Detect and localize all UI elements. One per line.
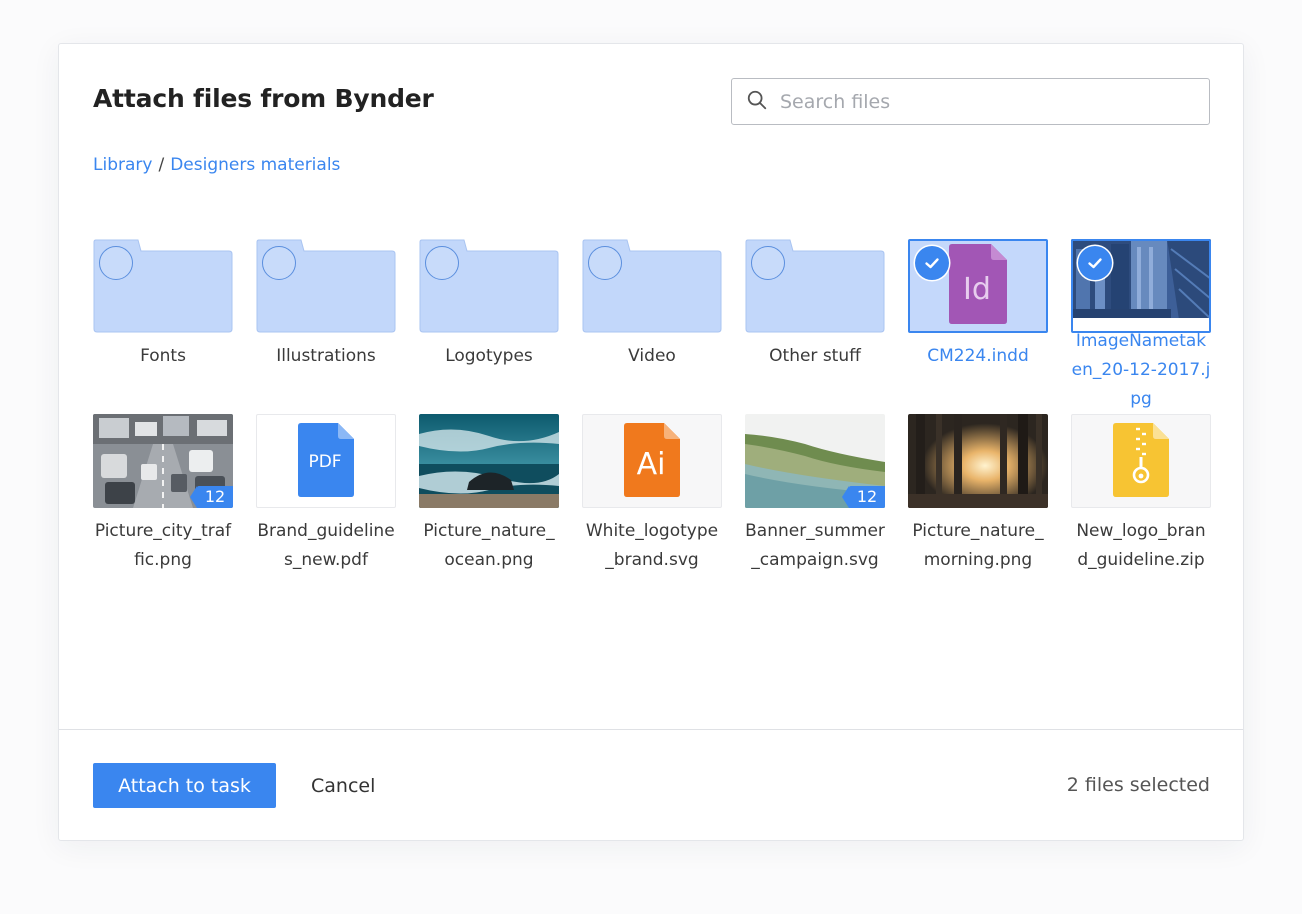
item-label: Banner_summer_campaign.svg bbox=[745, 521, 885, 570]
attach-to-task-button[interactable]: Attach to task bbox=[93, 763, 276, 808]
select-checkbox[interactable] bbox=[588, 246, 622, 280]
file-item[interactable]: New_logo_brand_guideline.zip bbox=[1071, 414, 1211, 584]
svg-text:Ai: Ai bbox=[637, 447, 666, 482]
search-box[interactable] bbox=[731, 78, 1210, 125]
dialog-footer: Attach to task Cancel 2 files selected bbox=[59, 729, 1243, 841]
file-item-selected[interactable]: ImageNametaken_20-12-2017.jpg bbox=[1071, 239, 1211, 414]
pdf-file-icon: PDF bbox=[298, 423, 354, 497]
checkmark-icon[interactable] bbox=[1078, 246, 1112, 280]
select-checkbox[interactable] bbox=[425, 246, 459, 280]
item-label: Video bbox=[628, 346, 676, 366]
search-input[interactable] bbox=[780, 90, 1180, 113]
search-icon bbox=[746, 89, 768, 115]
breadcrumb-library-link[interactable]: Library bbox=[93, 155, 152, 175]
illustrator-file-icon: Ai bbox=[624, 423, 680, 497]
item-label: White_logotype_brand.svg bbox=[585, 521, 719, 570]
checkmark-icon[interactable] bbox=[915, 246, 949, 280]
item-label: Illustrations bbox=[276, 346, 376, 366]
breadcrumb-designers-materials-link[interactable]: Designers materials bbox=[170, 155, 340, 175]
item-label: Picture_nature_morning.png bbox=[912, 521, 1044, 570]
file-item[interactable]: Picture_nature_ocean.png bbox=[419, 414, 559, 584]
file-item[interactable]: 12 Picture_city_traffic.png bbox=[93, 414, 233, 584]
dialog-title: Attach files from Bynder bbox=[93, 84, 434, 113]
file-grid: Fonts Illustrations Logotypes Video Othe… bbox=[93, 239, 1211, 584]
folder-item[interactable]: Video bbox=[582, 239, 722, 414]
indesign-icon-text: Id bbox=[963, 272, 991, 307]
svg-text:PDF: PDF bbox=[308, 452, 341, 472]
item-label: Brand_guidelines_new.pdf bbox=[257, 521, 395, 570]
photo-thumbnail bbox=[908, 414, 1048, 508]
attach-files-dialog: Attach files from Bynder Library / Desig… bbox=[58, 43, 1244, 841]
folder-item[interactable]: Illustrations bbox=[256, 239, 396, 414]
folder-item[interactable]: Fonts bbox=[93, 239, 233, 414]
item-label: Fonts bbox=[140, 346, 186, 366]
indesign-file-icon: Id bbox=[949, 244, 1007, 324]
file-item[interactable]: 12 Banner_summer_campaign.svg bbox=[745, 414, 885, 584]
item-label: Logotypes bbox=[445, 346, 533, 366]
select-checkbox[interactable] bbox=[99, 246, 133, 280]
cancel-button[interactable]: Cancel bbox=[299, 763, 387, 808]
file-item[interactable]: Picture_nature_morning.png bbox=[908, 414, 1048, 584]
photo-thumbnail bbox=[419, 414, 559, 508]
item-label: Picture_city_traffic.png bbox=[94, 521, 232, 570]
version-count-badge: 12 bbox=[842, 486, 885, 508]
file-item[interactable]: Ai White_logotype_brand.svg bbox=[582, 414, 722, 584]
zip-file-icon bbox=[1113, 423, 1169, 497]
item-label: Other stuff bbox=[769, 346, 861, 366]
folder-item[interactable]: Logotypes bbox=[419, 239, 559, 414]
select-checkbox[interactable] bbox=[751, 246, 785, 280]
file-item-selected[interactable]: Id CM224.indd bbox=[908, 239, 1048, 414]
breadcrumb-separator: / bbox=[158, 155, 165, 175]
item-label: New_logo_brand_guideline.zip bbox=[1076, 521, 1206, 570]
item-label: Picture_nature_ocean.png bbox=[423, 521, 555, 570]
item-label: CM224.indd bbox=[927, 346, 1029, 366]
select-checkbox[interactable] bbox=[262, 246, 296, 280]
folder-item[interactable]: Other stuff bbox=[745, 239, 885, 414]
selection-status: 2 files selected bbox=[1066, 774, 1210, 796]
version-count-badge: 12 bbox=[190, 486, 233, 508]
file-item[interactable]: PDF Brand_guidelines_new.pdf bbox=[256, 414, 396, 584]
breadcrumb: Library / Designers materials bbox=[93, 155, 340, 175]
item-label: ImageNametaken_20-12-2017.jpg bbox=[1071, 331, 1211, 409]
